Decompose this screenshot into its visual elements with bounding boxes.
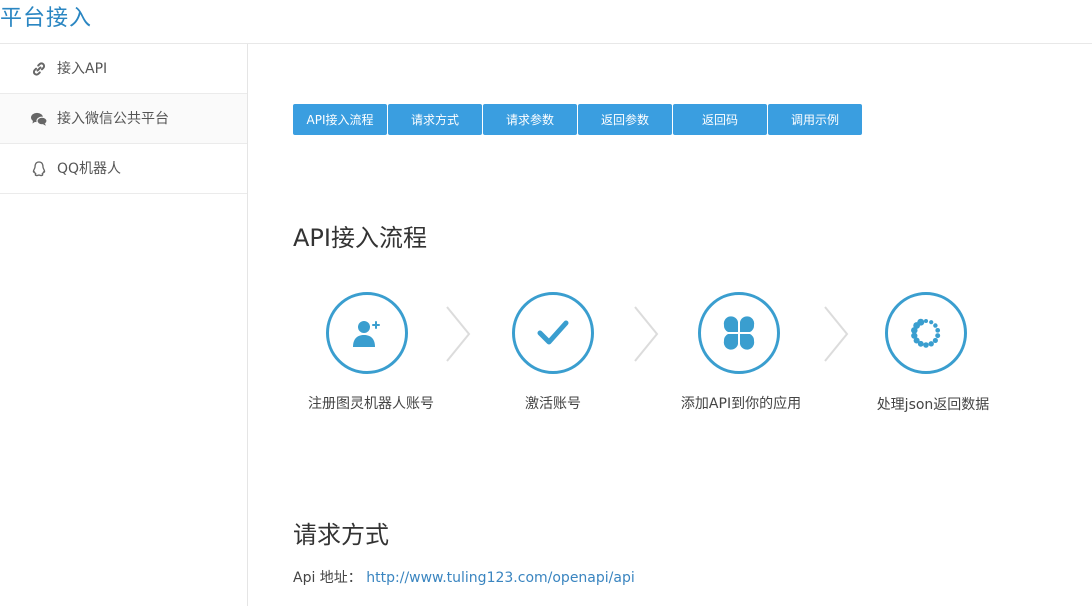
tab-call-example[interactable]: 调用示例 [768,104,862,135]
tab-response-params[interactable]: 返回参数 [578,104,672,135]
step-process-json [885,292,967,374]
chevron-right-icon [446,306,471,362]
checkmark-icon [537,320,569,345]
header: 平台接入 [0,0,1092,44]
page: 平台接入 接入API 接入微信公共平台 QQ机器人 API接入流程 请求方式 请… [0,0,1092,606]
sidebar-item-label: 接入API [57,61,108,77]
sidebar-item-label: 接入微信公共平台 [57,111,169,127]
tab-request-params[interactable]: 请求参数 [483,104,577,135]
chevron-right-icon [634,306,659,362]
loading-icon [911,318,941,348]
step-register [326,292,408,374]
api-address-line: Api 地址： http://www.tuling123.com/openapi… [293,569,635,587]
tab-api-flow[interactable]: API接入流程 [293,104,387,135]
spinner-dot [932,337,938,344]
spinner-dot [935,327,941,333]
section-heading-request: 请求方式 [293,521,389,549]
spinner-dot [929,320,934,325]
api-address-link[interactable]: http://www.tuling123.com/openapi/api [366,570,634,586]
section-tabs: API接入流程 请求方式 请求参数 返回参数 返回码 调用示例 [293,104,863,135]
wechat-icon [30,110,48,128]
sidebar-item-api[interactable]: 接入API [0,44,247,94]
spinner-dot [923,342,929,348]
link-icon [30,60,48,78]
user-add-icon [353,321,380,347]
spinner-dot [917,318,925,326]
spinner-dot [928,341,934,347]
sidebar-item-label: QQ机器人 [57,161,122,177]
site-title[interactable]: 平台接入 [0,4,92,34]
grid-icon [723,316,755,350]
spinner-dot [924,319,928,323]
tab-request-method[interactable]: 请求方式 [388,104,482,135]
step-label-add-api: 添加API到你的应用 [680,396,802,412]
sidebar-item-wechat[interactable]: 接入微信公共平台 [0,94,247,144]
step-activate [512,292,594,374]
sidebar: 接入API 接入微信公共平台 QQ机器人 [0,44,248,606]
sidebar-item-qq[interactable]: QQ机器人 [0,144,247,194]
api-address-label: Api 地址： [293,570,362,586]
chevron-right-icon [824,306,849,362]
qq-icon [30,160,48,178]
spinner-dot [935,333,941,339]
tab-return-codes[interactable]: 返回码 [673,104,767,135]
step-add-api [698,292,780,374]
spinner-dot [933,323,938,328]
section-heading-api-flow: API接入流程 [293,224,427,252]
step-label-activate: 激活账号 [525,396,581,412]
step-label-process-json: 处理json返回数据 [876,397,990,413]
step-label-register: 注册图灵机器人账号 [308,396,434,412]
